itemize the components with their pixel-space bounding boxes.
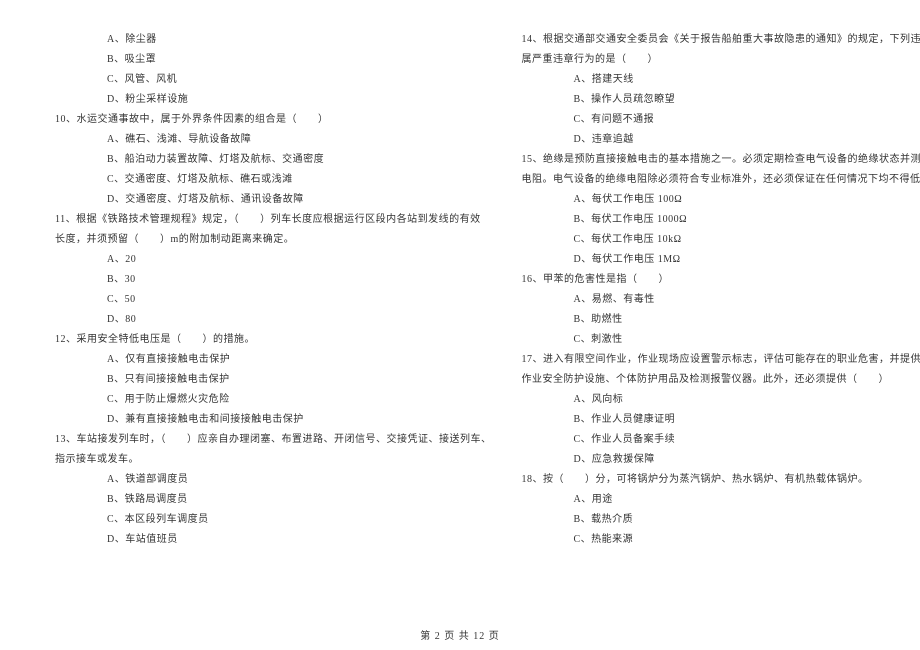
q16-opt-b: B、助燃性 [522,310,920,330]
q17-opt-b: B、作业人员健康证明 [522,410,920,430]
q17-opt-a: A、风向标 [522,390,920,410]
q9-opt-b: B、吸尘罩 [55,50,492,70]
q16-opt-a: A、易燃、有毒性 [522,290,920,310]
q16-stem: 16、甲苯的危害性是指（ ） [522,270,920,290]
q14-stem-2: 属严重违章行为的是（ ） [522,50,920,70]
q13-stem-2: 指示接车或发车。 [55,450,492,470]
q13-opt-a: A、铁道部调度员 [55,470,492,490]
q13-opt-c: C、本区段列车调度员 [55,510,492,530]
left-column: A、除尘器 B、吸尘罩 C、风管、风机 D、粉尘采样设施 10、水运交通事故中，… [55,30,492,550]
q9-opt-d: D、粉尘采样设施 [55,90,492,110]
q15-opt-d: D、每伏工作电压 1MΩ [522,250,920,270]
q17-stem-1: 17、进入有限空间作业，作业现场应设置警示标志，评估可能存在的职业危害，并提供合… [522,350,920,370]
q9-opt-c: C、风管、风机 [55,70,492,90]
q14-opt-d: D、违章追越 [522,130,920,150]
right-column: 14、根据交通部交通安全委员会《关于报告船舶重大事故隐患的通知》的规定，下列违章… [522,30,920,550]
q15-opt-b: B、每伏工作电压 1000Ω [522,210,920,230]
exam-page: A、除尘器 B、吸尘罩 C、风管、风机 D、粉尘采样设施 10、水运交通事故中，… [0,0,920,575]
q18-opt-a: A、用途 [522,490,920,510]
q12-opt-d: D、兼有直接接触电击和间接接触电击保护 [55,410,492,430]
q13-opt-d: D、车站值班员 [55,530,492,550]
q12-opt-b: B、只有间接接触电击保护 [55,370,492,390]
q10-opt-a: A、礁石、浅滩、导航设备故障 [55,130,492,150]
q15-stem-2: 电阻。电气设备的绝缘电阻除必须符合专业标准外，还必须保证在任何情况下均不得低于（… [522,170,920,190]
q11-opt-c: C、50 [55,290,492,310]
q14-opt-a: A、搭建天线 [522,70,920,90]
q11-stem-2: 长度，并须预留（ ）m的附加制动距离来确定。 [55,230,492,250]
q9-opt-a: A、除尘器 [55,30,492,50]
q11-opt-b: B、30 [55,270,492,290]
q15-opt-c: C、每伏工作电压 10kΩ [522,230,920,250]
q14-stem-1: 14、根据交通部交通安全委员会《关于报告船舶重大事故隐患的通知》的规定，下列违章… [522,30,920,50]
q10-opt-c: C、交通密度、灯塔及航标、礁石或浅滩 [55,170,492,190]
q14-opt-c: C、有问题不通报 [522,110,920,130]
q15-stem-1: 15、绝缘是预防直接接触电击的基本措施之一。必须定期检查电气设备的绝缘状态并测量… [522,150,920,170]
q17-opt-c: C、作业人员备案手续 [522,430,920,450]
q18-opt-b: B、载热介质 [522,510,920,530]
q11-opt-d: D、80 [55,310,492,330]
q11-stem-1: 11、根据《铁路技术管理规程》规定，（ ）列车长度应根据运行区段内各站到发线的有… [55,210,492,230]
q17-stem-2: 作业安全防护设施、个体防护用品及检测报警仪器。此外，还必须提供（ ） [522,370,920,390]
q10-stem: 10、水运交通事故中，属于外界条件因素的组合是（ ） [55,110,492,130]
q17-opt-d: D、应急救援保障 [522,450,920,470]
q11-opt-a: A、20 [55,250,492,270]
q12-opt-a: A、仅有直接接触电击保护 [55,350,492,370]
q10-opt-b: B、船泊动力装置故障、灯塔及航标、交通密度 [55,150,492,170]
q13-opt-b: B、铁路局调度员 [55,490,492,510]
q13-stem-1: 13、车站接发列车时，（ ）应亲自办理闭塞、布置进路、开闭信号、交接凭证、接送列… [55,430,492,450]
q14-opt-b: B、操作人员疏忽瞭望 [522,90,920,110]
q15-opt-a: A、每伏工作电压 100Ω [522,190,920,210]
q12-opt-c: C、用于防止爆燃火灾危险 [55,390,492,410]
q16-opt-c: C、刺激性 [522,330,920,350]
q12-stem: 12、采用安全特低电压是（ ）的措施。 [55,330,492,350]
page-footer: 第 2 页 共 12 页 [0,627,920,642]
q18-stem: 18、按（ ）分，可将锅炉分为蒸汽锅炉、热水锅炉、有机热载体锅炉。 [522,470,920,490]
q18-opt-c: C、热能来源 [522,530,920,550]
q10-opt-d: D、交通密度、灯塔及航标、通讯设备故障 [55,190,492,210]
